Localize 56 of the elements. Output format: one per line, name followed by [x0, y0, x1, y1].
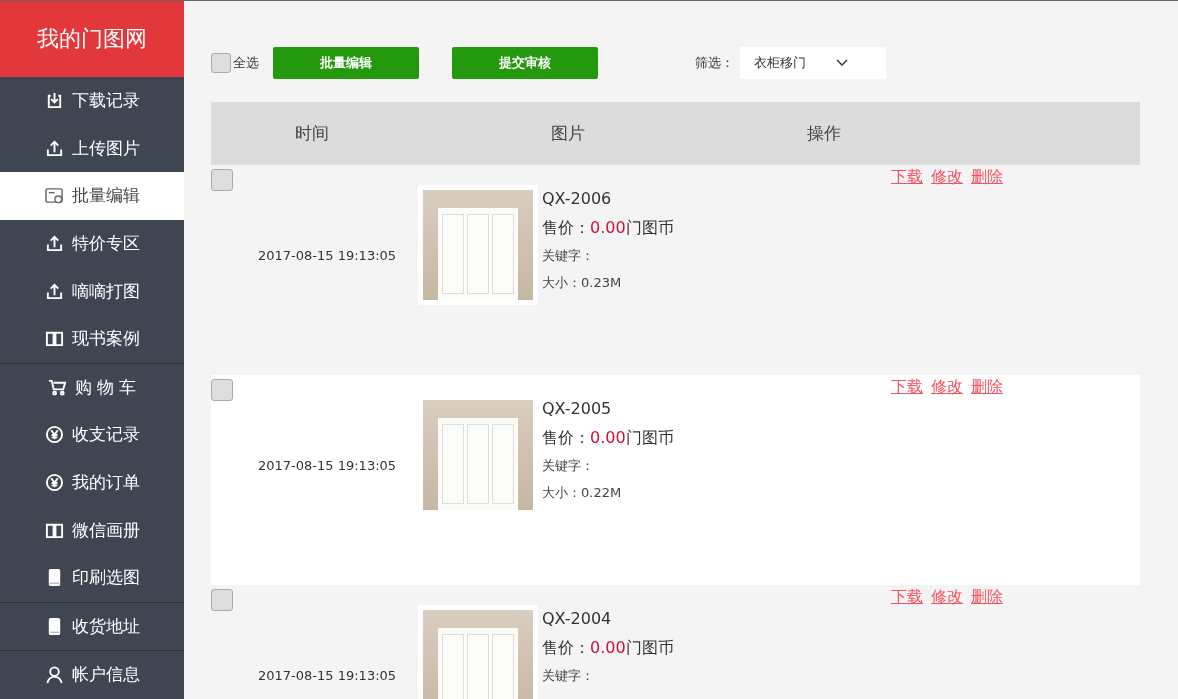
sidebar-item[interactable]: 购 物 车: [0, 363, 184, 412]
price-label: 售价：: [542, 638, 590, 657]
upload-time: 2017-08-15 19:13:05: [258, 668, 397, 683]
sidebar-item[interactable]: 收支记录: [0, 411, 184, 459]
column-header: 操作: [806, 122, 842, 145]
batch-edit-button[interactable]: 批量编辑: [273, 46, 419, 79]
upload-icon: [44, 281, 64, 301]
upload-icon: [44, 138, 64, 158]
sidebar-item[interactable]: 现书案例: [0, 314, 184, 363]
upload-time: 2017-08-15 19:13:05: [258, 248, 397, 263]
user-icon: [44, 665, 64, 685]
select-all-label[interactable]: 全选: [233, 53, 259, 72]
product-code: QX-2005: [542, 399, 613, 419]
column-header: 图片: [550, 122, 586, 145]
yen-icon: [44, 425, 64, 445]
chevron-down-icon: [836, 58, 848, 67]
price-unit: 门图币: [625, 218, 674, 237]
filter-label: 筛选：: [695, 53, 734, 72]
column-header: 时间: [294, 122, 330, 145]
cart-icon: [47, 377, 67, 397]
row-checkbox[interactable]: [211, 589, 233, 611]
sidebar-item[interactable]: 印刷选图: [0, 553, 184, 602]
sidebar-item[interactable]: 收货地址: [0, 602, 184, 651]
row-checkbox[interactable]: [211, 379, 233, 401]
product-code: QX-2004: [542, 609, 613, 629]
sidebar-item[interactable]: 下载记录: [0, 77, 184, 125]
price-value: 0.00: [590, 428, 626, 447]
action-link[interactable]: 删除: [971, 377, 1003, 398]
book-icon: [44, 329, 64, 349]
price-unit: 门图币: [625, 428, 674, 447]
price-unit: 门图币: [625, 638, 674, 657]
keywords-label: 关键字：: [542, 667, 595, 685]
file-size: 大小：0.23M: [542, 274, 623, 292]
sidebar-item[interactable]: 微信画册: [0, 506, 184, 554]
sidebar-item[interactable]: 嘀嘀打图: [0, 267, 184, 315]
yen-icon: [44, 473, 64, 493]
row-checkbox[interactable]: [211, 169, 233, 191]
price-label: 售价：: [542, 428, 590, 447]
sidebar-item[interactable]: 批量编辑: [0, 172, 184, 220]
select-all-checkbox[interactable]: [211, 52, 231, 73]
price-value: 0.00: [590, 638, 626, 657]
file-size: 大小：0.22M: [542, 484, 623, 502]
keywords-label: 关键字：: [542, 457, 595, 475]
site-logo[interactable]: 我的门图网: [0, 1, 184, 77]
upload-time: 2017-08-15 19:13:05: [258, 458, 397, 473]
filter-dropdown[interactable]: 衣柜移门: [740, 46, 886, 79]
sidebar-item[interactable]: 特价专区: [0, 219, 184, 268]
price-label: 售价：: [542, 218, 590, 237]
submit-review-button[interactable]: 提交审核: [452, 46, 598, 79]
sidebar-item[interactable]: 上传图片: [0, 124, 184, 173]
keywords-label: 关键字：: [542, 247, 595, 265]
product-code: QX-2006: [542, 189, 613, 209]
sidebar-item[interactable]: 帐户信息: [0, 651, 184, 699]
upload-icon: [44, 234, 64, 254]
sidebar-item[interactable]: 我的订单: [0, 458, 184, 507]
price-value: 0.00: [590, 218, 626, 237]
